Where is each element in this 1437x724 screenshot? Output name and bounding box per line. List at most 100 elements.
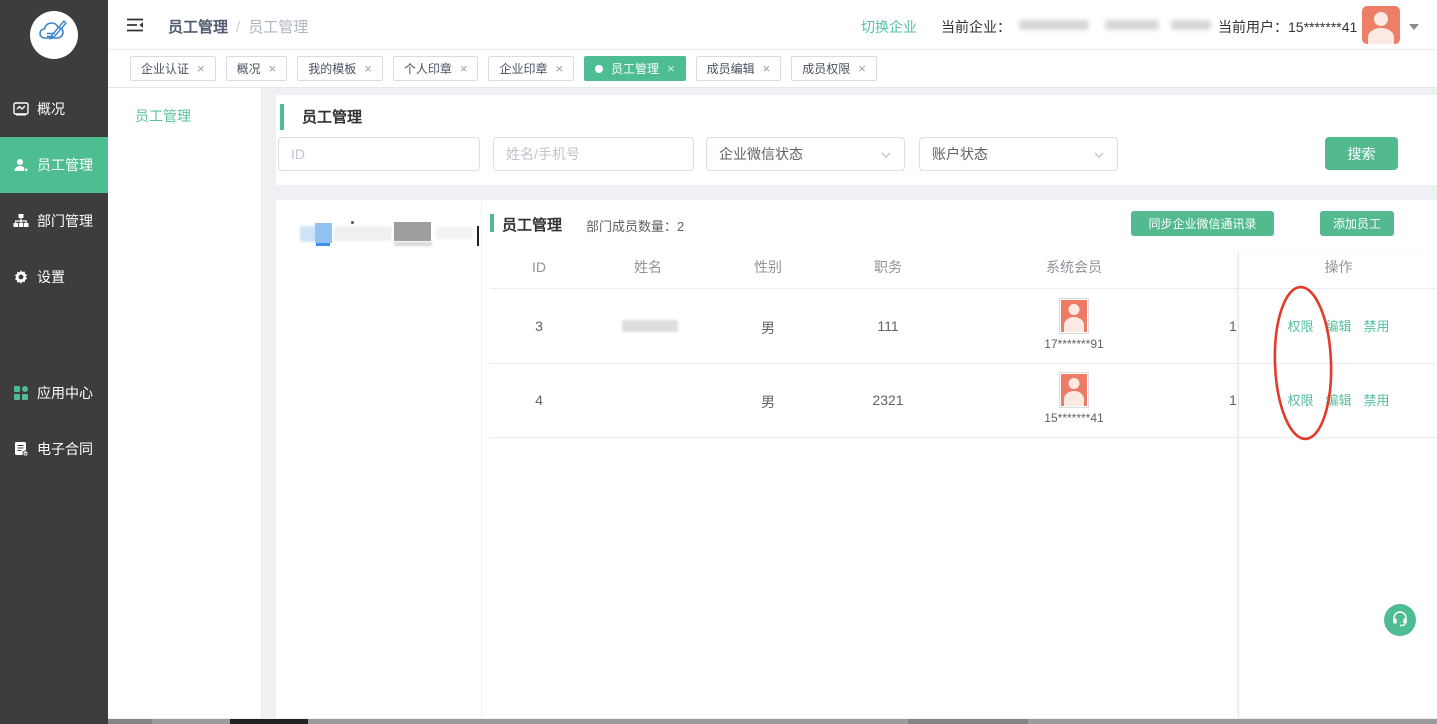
tree-node-underline	[316, 243, 330, 246]
tab-personal-seal[interactable]: 个人印章×	[393, 56, 479, 81]
scrollbar-track-segment	[108, 719, 152, 724]
tab-employee-management-active[interactable]: 员工管理×	[584, 56, 686, 81]
sidebar-item-settings[interactable]: 设置	[0, 249, 108, 305]
sidebar-item-departments[interactable]: 部门管理	[0, 193, 108, 249]
scrollbar-thumb[interactable]	[230, 719, 308, 724]
col-header-id: ID	[509, 252, 569, 283]
col-header-name: 姓名	[608, 252, 688, 283]
tree-badge-redacted	[394, 222, 431, 241]
row1-gender: 男	[728, 318, 808, 338]
sidebar-item-employees[interactable]: 员工管理	[0, 137, 108, 193]
tree-dot	[351, 221, 354, 224]
col-header-actions: 操作	[1239, 252, 1437, 283]
table-divider	[1239, 363, 1437, 364]
row1-duty: 111	[848, 318, 928, 334]
sidebar-item-label: 电子合同	[37, 439, 93, 459]
select-placeholder: 账户状态	[932, 144, 988, 164]
breadcrumb-level2: 员工管理	[248, 19, 308, 36]
current-user-text: 当前用户：15*******41	[1218, 17, 1357, 37]
tab-label: 企业认证	[141, 60, 189, 77]
tree-text-redacted	[436, 227, 472, 239]
section-accent-bar	[280, 104, 284, 130]
operations-fixed-column: 操作 权限 编辑 禁用 权限 编辑 禁用	[1238, 252, 1437, 718]
row2-edit-link[interactable]: 编辑	[1325, 390, 1351, 409]
tree-node-selected-redacted	[315, 223, 332, 243]
horizontal-scrollbar[interactable]	[108, 719, 1437, 724]
current-enterprise-redacted	[1013, 10, 1223, 40]
id-input[interactable]	[278, 137, 480, 171]
row1-permission-link[interactable]: 权限	[1287, 316, 1313, 335]
sidebar-item-label: 员工管理	[37, 155, 93, 175]
close-icon[interactable]: ×	[269, 62, 277, 75]
secondary-sidebar: 员工管理	[108, 88, 262, 718]
row1-clipped-value: 1	[1229, 318, 1237, 334]
sidebar-item-label: 应用中心	[37, 383, 93, 403]
tab-my-templates[interactable]: 我的模板 ×	[297, 56, 383, 81]
tab-overview[interactable]: 概况 ×	[226, 56, 288, 81]
row2-permission-link[interactable]: 权限	[1287, 390, 1313, 409]
user-menu-caret-icon[interactable]	[1409, 24, 1419, 30]
tab-member-edit[interactable]: 成员编辑 ×	[696, 56, 782, 81]
employees-icon	[12, 156, 30, 174]
department-tree-panel[interactable]	[276, 200, 481, 718]
tab-label: 成员权限	[802, 60, 850, 77]
row1-id: 3	[509, 318, 569, 334]
close-icon[interactable]: ×	[364, 62, 372, 75]
add-employee-button[interactable]: 添加员工	[1320, 211, 1394, 236]
close-icon[interactable]: ×	[858, 62, 866, 75]
row2-actions: 权限 编辑 禁用	[1239, 390, 1437, 409]
table-divider	[1239, 437, 1437, 438]
tab-enterprise-auth[interactable]: 企业认证 ×	[130, 56, 216, 81]
chevron-down-icon	[880, 148, 892, 160]
sidebar-item-app-center[interactable]: 应用中心	[0, 365, 108, 421]
col-header-gender: 性别	[728, 252, 808, 283]
sidebar-item-label: 设置	[37, 267, 65, 287]
text-cursor	[477, 226, 479, 246]
subsidebar-item-employee-management[interactable]: 员工管理	[108, 96, 262, 136]
row2-duty: 2321	[848, 392, 928, 408]
breadcrumb-level1[interactable]: 员工管理	[168, 19, 228, 36]
tab-enterprise-seal[interactable]: 企业印章×	[488, 56, 574, 81]
row2-id: 4	[509, 392, 569, 408]
close-icon[interactable]: ×	[555, 62, 563, 75]
row1-edit-link[interactable]: 编辑	[1325, 316, 1351, 335]
filter-section-title: 员工管理	[302, 106, 362, 127]
row1-name-redacted	[622, 320, 678, 332]
table-section-title: 员工管理	[502, 214, 562, 235]
row2-disable-link[interactable]: 禁用	[1364, 390, 1390, 409]
tab-label: 成员编辑	[707, 60, 755, 77]
name-phone-input[interactable]	[493, 137, 694, 171]
row1-disable-link[interactable]: 禁用	[1364, 316, 1390, 335]
close-icon[interactable]: ×	[460, 62, 468, 75]
sync-wechat-contacts-button[interactable]: 同步企业微信通讯录	[1131, 211, 1274, 236]
row2-member-phone: 15*******41	[1014, 411, 1134, 425]
current-enterprise-label: 当前企业：	[941, 17, 1011, 37]
tree-text-redacted	[394, 242, 432, 246]
user-avatar[interactable]	[1362, 6, 1400, 44]
row1-actions: 权限 编辑 禁用	[1239, 316, 1437, 335]
close-icon[interactable]: ×	[667, 62, 675, 75]
open-tabs-bar: 企业认证× 概况× 我的模板× 个人印章× 企业印章× 员工管理× 成员编辑× …	[108, 50, 1437, 88]
headset-icon	[1391, 609, 1409, 632]
tab-member-permissions[interactable]: 成员权限 ×	[791, 56, 877, 81]
search-button[interactable]: 搜索	[1325, 137, 1398, 170]
customer-service-button[interactable]	[1384, 604, 1416, 636]
app-logo	[30, 11, 78, 59]
wechat-status-select[interactable]: 企业微信状态	[706, 137, 905, 171]
main-sidebar: 概况 员工管理 部门管理 设置 应用中心	[0, 0, 108, 724]
row1-member-avatar	[1059, 298, 1089, 334]
select-placeholder: 企业微信状态	[719, 144, 803, 164]
sidebar-item-overview[interactable]: 概况	[0, 81, 108, 137]
current-user-value: 15*******41	[1288, 19, 1357, 35]
switch-enterprise-link[interactable]: 切换企业	[861, 17, 917, 37]
top-header: 员工管理/员工管理 切换企业 当前企业： 当前用户：15*******41	[108, 0, 1437, 50]
close-icon[interactable]: ×	[197, 62, 205, 75]
close-icon[interactable]: ×	[763, 62, 771, 75]
tab-label: 我的模板	[308, 60, 356, 77]
sidebar-item-e-contract[interactable]: 电子合同	[0, 421, 108, 477]
collapse-menu-icon[interactable]	[126, 16, 144, 34]
departments-icon	[12, 212, 30, 230]
tab-label: 概况	[237, 60, 261, 77]
account-status-select[interactable]: 账户状态	[919, 137, 1118, 171]
active-tab-dot-icon	[595, 65, 603, 73]
